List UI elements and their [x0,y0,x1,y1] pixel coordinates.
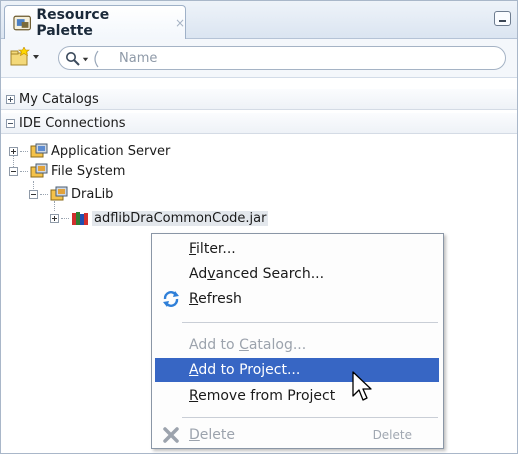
chevron-down-icon [33,55,39,59]
menu-item-label: Filter... [189,241,236,257]
expand-icon[interactable] [50,213,59,223]
section-label: IDE Connections [19,115,126,131]
refresh-icon [163,291,179,307]
delete-x-icon [163,427,179,443]
expand-icon[interactable] [9,146,18,156]
panel-title: Resource Palette [36,6,110,39]
tree-item-dralib[interactable]: DraLib [29,184,113,204]
menu-item-delete[interactable]: Delete Delete [155,423,439,447]
menu-item-add-to-catalog[interactable]: Add to Catalog... [155,333,439,357]
magnifier-icon [66,52,80,66]
expand-icon[interactable] [6,94,15,104]
tab-resource-palette[interactable]: Resource Palette × [4,5,186,39]
menu-item-label: Refresh [189,291,242,307]
tree-item-label: Application Server [51,143,171,159]
new-catalog-icon [10,47,30,66]
menu-item-label: Delete [189,427,235,443]
section-my-catalogs[interactable]: My Catalogs [1,89,517,110]
search-box [58,46,506,70]
jar-library-icon [72,212,88,225]
file-system-icon [30,163,48,178]
chevron-down-icon [82,57,89,61]
toolbar [1,39,517,78]
minimize-icon[interactable] [494,11,511,26]
search-options-button[interactable] [65,50,113,68]
menu-item-label: Advanced Search... [189,266,325,282]
tree-item-file-system[interactable]: File System [9,161,125,181]
menu-item-advanced-search[interactable]: Advanced Search... [155,262,439,286]
tree-item-label: File System [51,163,126,179]
resource-palette-panel: Resource Palette × Name My Catalogs IDE … [0,0,518,454]
collapse-icon[interactable] [6,118,15,128]
resource-palette-icon [13,15,31,30]
menu-separator [182,417,438,418]
menu-item-filter[interactable]: Filter... [155,237,439,261]
tree-item-application-server[interactable]: Application Server [9,141,170,161]
menu-item-add-to-project[interactable]: Add to Project... [155,358,439,382]
server-connection-icon [30,143,48,158]
search-bracket-icon [94,50,99,68]
context-menu: Filter... Advanced Search... Refresh Add… [151,233,444,449]
menu-separator [182,322,438,323]
file-connection-icon [50,186,68,201]
panel-header: Resource Palette × [1,1,517,39]
menu-item-remove-from-project[interactable]: Remove from Project [155,384,439,408]
new-catalog-button[interactable] [9,46,45,68]
tree-item-label: adflibDraCommonCode.jar [92,210,269,226]
section-label: My Catalogs [19,91,99,107]
tree-item-label: DraLib [71,186,114,202]
collapse-icon[interactable] [9,166,18,176]
menu-item-label: Add to Catalog... [189,337,307,353]
search-input[interactable] [119,49,489,67]
tree-item-jar[interactable]: adflibDraCommonCode.jar [50,208,269,228]
menu-item-label: Add to Project... [189,362,301,378]
menu-item-shortcut: Delete [372,428,412,442]
section-ide-connections[interactable]: IDE Connections [1,113,517,134]
collapse-icon[interactable] [29,189,38,199]
tab-close-icon[interactable]: × [175,16,185,30]
mouse-pointer-icon [352,371,372,401]
menu-item-label: Remove from Project [189,388,336,404]
menu-item-refresh[interactable]: Refresh [155,287,439,311]
